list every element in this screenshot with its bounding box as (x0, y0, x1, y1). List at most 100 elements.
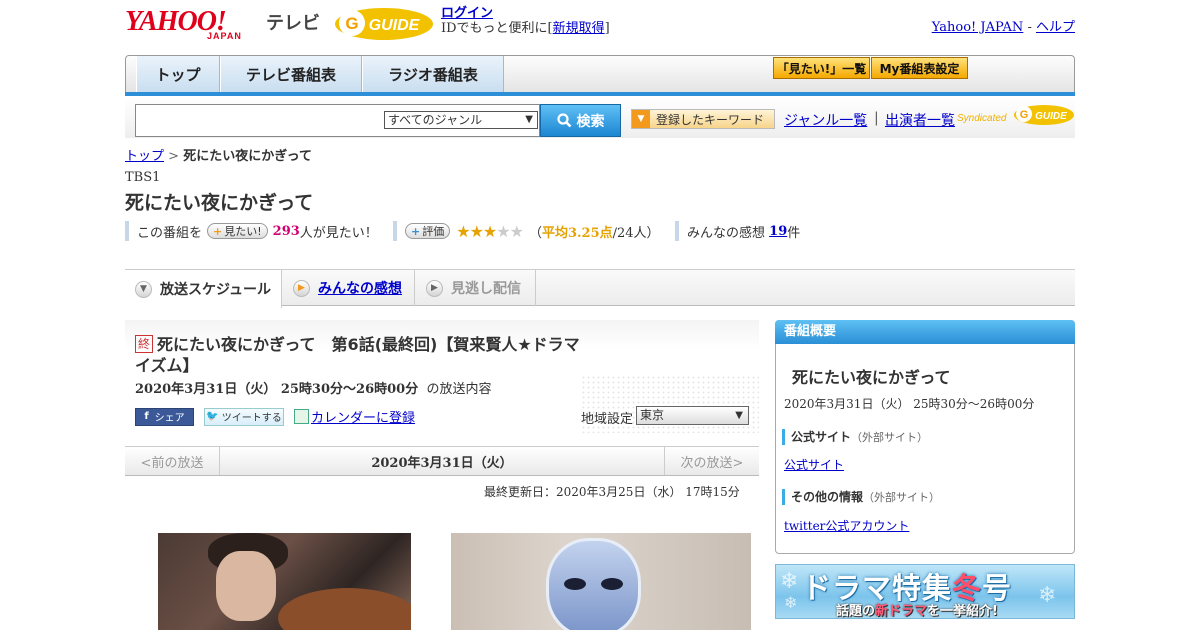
banner-sub-c: を一挙紹介! (927, 604, 998, 619)
signup-link[interactable]: 新規取得 (553, 21, 605, 36)
episode-photo-2 (451, 533, 751, 630)
gguide-logo[interactable]: G GUIDE (334, 6, 434, 42)
drama-special-banner[interactable]: ❄ ❄ ❄ ドラマ特集冬号 話題の新ドラマを一挙紹介! (775, 564, 1075, 619)
chevron-right-icon: ▶ (426, 279, 443, 297)
nav-tab-top[interactable]: トップ (136, 56, 220, 92)
episode-time-suffix: の放送内容 (426, 382, 492, 397)
my-schedule-settings-button[interactable]: My番組表設定 (871, 57, 968, 79)
photo-shape (564, 578, 586, 590)
want-to-watch-button[interactable]: + 見たい! (207, 223, 268, 239)
genre-list-link[interactable]: ジャンル一覧 (784, 110, 867, 130)
yahoo-japan-logo[interactable]: YAHOO! JAPAN (125, 6, 263, 42)
tab-broadcast-schedule[interactable]: ▼ 放送スケジュール (125, 270, 282, 308)
mitai-list-button[interactable]: 「見たい!」一覧 (773, 57, 870, 79)
rate-label: 評価 (422, 225, 445, 238)
saved-keywords-button[interactable]: ▼ 登録したキーワード (631, 109, 775, 129)
banner-subtext: 話題の新ドラマを一挙紹介! (836, 600, 998, 619)
photo-shape (278, 588, 411, 630)
genre-select[interactable]: すべてのジャンル ▼ (384, 111, 538, 129)
triangle-down-icon: ▼ (632, 110, 650, 128)
program-stats: この番組を + 見たい! 293 人が見たい！ + 評価 ★★★★★ （平均3.25点… (125, 221, 1075, 241)
review-count-link[interactable]: 19 (769, 224, 787, 239)
tab-schedule-label: 放送スケジュール (160, 282, 272, 298)
svg-text:GUIDE: GUIDE (1035, 111, 1067, 122)
share-row: f シェア 🐦 ツイートする カレンダーに登録 (135, 407, 415, 426)
episode-info: 終死にたい夜にかぎって 第6話(最終回)【賀来賢人★ドラマイズム】 2020年3… (125, 320, 759, 444)
breadcrumb: トップ > 死にたい夜にかぎって (125, 145, 312, 164)
yahoo-logo-sub: JAPAN (207, 31, 242, 41)
add-to-calendar-link[interactable]: カレンダーに登録 (294, 407, 415, 426)
login-link[interactable]: ログイン (441, 6, 493, 21)
program-tabs: ▼ 放送スケジュール ▶ みんなの感想 ▶ 見逃し配信 (125, 269, 1075, 308)
cast-list-link[interactable]: 出演者一覧 (885, 110, 955, 130)
region-select-value: 東京 (640, 408, 665, 422)
external-note: （外部サイト） (851, 431, 929, 444)
twitter-bird-icon: 🐦 (206, 411, 219, 422)
review-label: みんなの感想 (687, 225, 766, 241)
want-to-watch-stat: この番組を + 見たい! 293 人が見たい！ (125, 221, 378, 241)
channel-name: TBS1 (125, 170, 161, 185)
help-link[interactable]: ヘルプ (1036, 20, 1075, 35)
tab-catchup-label: 見逃し配信 (451, 281, 521, 297)
chevron-down-icon: ▼ (735, 410, 743, 421)
plus-icon: + (213, 224, 223, 238)
search-button[interactable]: 検索 (540, 104, 621, 137)
episode-time-value: 2020年3月31日（火） 25時30分～26時00分 (135, 382, 419, 397)
facebook-icon: f (144, 411, 149, 422)
final-episode-badge: 終 (135, 335, 153, 353)
rating-open: （ (528, 225, 542, 241)
page-title: 死にたい夜にかぎって (125, 192, 314, 214)
mitai-prefix: この番組を (137, 225, 203, 241)
episode-broadcast-time: 2020年3月31日（火） 25時30分～26時00分 の放送内容 (135, 378, 492, 397)
review-stat: みんなの感想 19 件 (675, 221, 800, 241)
overview-time: 2020年3月31日（火） 25時30分～26時00分 (784, 397, 1035, 411)
facebook-share-label: シェア (154, 413, 185, 424)
snowflake-icon: ❄ (1038, 583, 1057, 608)
episode-title: 終死にたい夜にかぎって 第6話(最終回)【賀来賢人★ドラマイズム】 (135, 334, 595, 376)
tab-catchup-streaming: ▶ 見逃し配信 (416, 270, 536, 306)
rate-button[interactable]: + 評価 (405, 223, 451, 239)
rating-count: /24人） (612, 225, 660, 241)
rating-stat: + 評価 ★★★★★ （平均3.25点/24人） (393, 221, 660, 241)
snowflake-icon: ❄ (780, 569, 799, 594)
twitter-account-link[interactable]: twitter公式アカウント (784, 517, 909, 534)
genre-select-value: すべてのジャンル (388, 113, 483, 127)
chevron-down-icon: ▼ (525, 114, 533, 125)
banner-sub-a: 話題の (836, 604, 876, 619)
official-site-link[interactable]: 公式サイト (784, 456, 844, 473)
breadcrumb-top-link[interactable]: トップ (125, 149, 164, 164)
top-right-links: Yahoo! JAPAN - ヘルプ (932, 16, 1075, 35)
stars-empty: ★★ (496, 221, 524, 241)
tweet-button[interactable]: 🐦 ツイートする (204, 407, 284, 426)
search-icon (556, 113, 571, 128)
current-broadcast-date: 2020年3月31日（火） (371, 455, 513, 471)
tab-reviews[interactable]: ▶ みんなの感想 (283, 270, 415, 306)
region-select[interactable]: 東京 ▼ (636, 406, 749, 425)
want-to-watch-suffix: 人が見たい！ (299, 225, 378, 241)
last-updated: 最終更新日：2020年3月25日（水） 17時15分 (484, 485, 740, 499)
chevron-down-icon: ▼ (135, 280, 152, 298)
prev-broadcast-link[interactable]: <前の放送 (125, 447, 220, 475)
saved-keywords-label: 登録したキーワード (656, 112, 765, 127)
external-note: （外部サイト） (863, 491, 941, 504)
nav-tab-tv-schedule[interactable]: テレビ番組表 (220, 56, 362, 92)
service-name: テレビ (266, 13, 320, 34)
main-nav: トップ テレビ番組表 ラジオ番組表 「見たい!」一覧 My番組表設定 (125, 55, 1075, 96)
calendar-link-label: カレンダーに登録 (311, 411, 416, 426)
svg-text:G: G (345, 14, 358, 33)
login-box: ログイン IDでもっと便利に[新規取得] (441, 6, 610, 36)
stars-filled: ★★★ (456, 221, 497, 241)
svg-text:G: G (1020, 109, 1029, 121)
tweet-label: ツイートする (221, 413, 282, 424)
star-rating: ★★★★★ (456, 221, 524, 241)
photo-shape (601, 578, 623, 590)
nav-tab-radio-schedule[interactable]: ラジオ番組表 (362, 56, 504, 92)
yahoo-japan-link[interactable]: Yahoo! JAPAN (932, 20, 1024, 35)
rating-average: 平均3.25点 (541, 225, 613, 241)
want-to-watch-label: 見たい! (224, 225, 262, 238)
facebook-share-button[interactable]: f シェア (135, 407, 194, 426)
search-area: すべてのジャンル ▼ 検索 ▼ 登録したキーワード ジャンル一覧 | 出演者一覧… (125, 98, 1075, 138)
next-broadcast-link[interactable]: 次の放送> (664, 447, 759, 475)
syndicated-text: Syndicated (957, 113, 1007, 124)
episode-photo-1 (158, 533, 411, 630)
